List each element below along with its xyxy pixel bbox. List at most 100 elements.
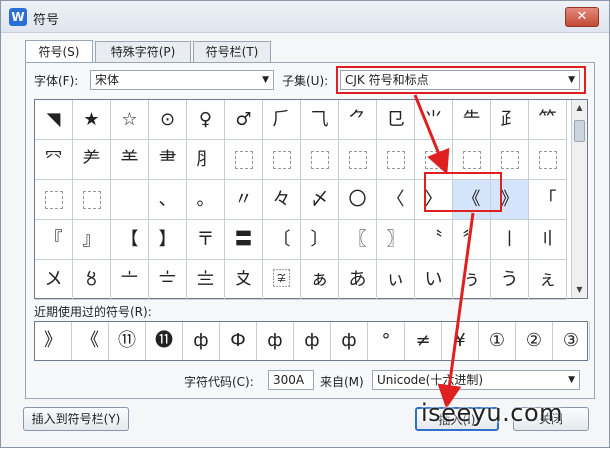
symbol-cell[interactable]: 〤 bbox=[35, 260, 73, 300]
recent-symbol-cell[interactable]: ф bbox=[331, 322, 368, 360]
symbol-cell[interactable]: 〡 bbox=[491, 220, 529, 260]
symbol-cell[interactable]: 〃 bbox=[225, 180, 263, 220]
symbol-cell[interactable]: 『 bbox=[35, 220, 73, 260]
symbol-cell[interactable]: ⺧ bbox=[453, 100, 491, 140]
recent-symbol-cell[interactable]: ⑪ bbox=[109, 322, 146, 360]
symbol-cell[interactable]: 』 bbox=[73, 220, 111, 260]
symbol-cell[interactable]: 〕 bbox=[301, 220, 339, 260]
recent-symbol-cell[interactable]: ф bbox=[183, 322, 220, 360]
insert-to-bar-button[interactable]: 插入到符号栏(Y) bbox=[23, 407, 129, 431]
symbol-cell[interactable] bbox=[339, 140, 377, 180]
recent-symbol-cell[interactable]: ③ bbox=[553, 322, 590, 360]
symbol-cell[interactable]: ⺄ bbox=[301, 100, 339, 140]
symbol-cell[interactable] bbox=[301, 140, 339, 180]
symbol-cell[interactable]: ♀ bbox=[187, 100, 225, 140]
symbol-cell[interactable]: 】 bbox=[149, 220, 187, 260]
symbol-cell[interactable]: 〢 bbox=[529, 220, 567, 260]
symbol-cell[interactable]: ⺳ bbox=[35, 140, 73, 180]
symbol-cell[interactable]: 々 bbox=[263, 180, 301, 220]
symbol-cell[interactable]: 〞 bbox=[453, 220, 491, 260]
recent-symbol-cell[interactable]: ф bbox=[294, 322, 331, 360]
recent-symbol-cell[interactable]: ⓫ bbox=[146, 322, 183, 360]
symbol-cell[interactable]: ⺷ bbox=[111, 140, 149, 180]
symbol-cell[interactable]: ぅ bbox=[453, 260, 491, 300]
recent-symbol-cell[interactable]: ② bbox=[516, 322, 553, 360]
symbol-cell[interactable]: ⺁ bbox=[263, 100, 301, 140]
symbol-cell[interactable]: 〓 bbox=[225, 220, 263, 260]
symbol-cell[interactable]: ぃ bbox=[377, 260, 415, 300]
symbol-cell[interactable]: 〇 bbox=[339, 180, 377, 220]
symbol-cell[interactable]: 〥 bbox=[73, 260, 111, 300]
symbol-glyph: ⺌ bbox=[424, 109, 443, 130]
symbol-cell[interactable]: 〾 bbox=[263, 260, 301, 300]
symbol-cell[interactable]: ぁ bbox=[301, 260, 339, 300]
symbol-cell[interactable]: ♂ bbox=[225, 100, 263, 140]
tab-symbols[interactable]: 符号(S) bbox=[25, 40, 93, 63]
symbol-cell[interactable]: ⺋ bbox=[377, 100, 415, 140]
symbol-cell[interactable]: 〦 bbox=[111, 260, 149, 300]
symbol-cell[interactable]: 〖 bbox=[339, 220, 377, 260]
symbol-cell[interactable]: ⺪ bbox=[491, 100, 529, 140]
symbol-cell[interactable]: 〗 bbox=[377, 220, 415, 260]
scroll-up-icon[interactable]: ▲ bbox=[572, 100, 587, 116]
symbol-cell[interactable]: 〔 bbox=[263, 220, 301, 260]
symbol-cell[interactable]: 〨 bbox=[187, 260, 225, 300]
recent-symbol-cell[interactable]: 《 bbox=[72, 322, 109, 360]
symbol-cell[interactable]: ⺮ bbox=[529, 100, 567, 140]
symbol-cell[interactable]: ★ bbox=[73, 100, 111, 140]
symbol-cell[interactable]: 、 bbox=[149, 180, 187, 220]
symbol-cell[interactable] bbox=[529, 140, 567, 180]
encoding-select[interactable]: Unicode(十六进制) ▼ bbox=[372, 370, 580, 390]
code-input[interactable]: 300A bbox=[268, 370, 314, 390]
symbol-cell[interactable]: ⊙ bbox=[149, 100, 187, 140]
symbol-cell[interactable]: ⺌ bbox=[415, 100, 453, 140]
symbol-cell[interactable]: 〈 bbox=[377, 180, 415, 220]
symbol-glyph: ⺻ bbox=[158, 149, 177, 170]
grid-scrollbar[interactable]: ▲ ▼ bbox=[571, 100, 587, 298]
symbol-cell[interactable]: ⺶ bbox=[73, 140, 111, 180]
symbol-cell[interactable]: ⺻ bbox=[149, 140, 187, 180]
font-select[interactable]: 宋体 ▼ bbox=[90, 70, 274, 90]
symbol-cell[interactable]: 〒 bbox=[187, 220, 225, 260]
symbol-cell[interactable] bbox=[73, 180, 111, 220]
symbol-cell[interactable]: う bbox=[491, 260, 529, 300]
recent-symbol-glyph: ③ bbox=[562, 330, 580, 351]
scroll-thumb[interactable] bbox=[574, 120, 585, 142]
symbol-cell[interactable]: 〆 bbox=[301, 180, 339, 220]
symbol-cell[interactable]: ぇ bbox=[529, 260, 567, 300]
symbol-cell[interactable]: ⺼ bbox=[187, 140, 225, 180]
symbol-glyph bbox=[82, 191, 101, 209]
recent-symbol-cell[interactable]: ¥ bbox=[442, 322, 479, 360]
symbol-cell[interactable]: 「 bbox=[529, 180, 567, 220]
close-window-button[interactable]: ✕ bbox=[565, 7, 599, 27]
recent-symbol-cell[interactable]: Ф bbox=[220, 322, 257, 360]
symbol-cell[interactable]: ☆ bbox=[111, 100, 149, 140]
symbol-glyph: ☆ bbox=[121, 109, 138, 130]
symbol-glyph: 『 bbox=[44, 229, 63, 250]
symbol-cell[interactable]: 〩 bbox=[225, 260, 263, 300]
symbol-cell[interactable]: ⺈ bbox=[339, 100, 377, 140]
symbol-cell[interactable] bbox=[35, 180, 73, 220]
symbol-cell[interactable]: 〝 bbox=[415, 220, 453, 260]
tab-symbol-bar[interactable]: 符号栏(T) bbox=[193, 41, 271, 63]
symbol-glyph: 〝 bbox=[424, 229, 443, 250]
symbol-cell[interactable]: ◥ bbox=[35, 100, 73, 140]
recent-symbol-cell[interactable]: ① bbox=[479, 322, 516, 360]
symbol-cell[interactable]: い bbox=[415, 260, 453, 300]
recent-symbol-cell[interactable]: ф bbox=[257, 322, 294, 360]
symbol-cell[interactable]: あ bbox=[339, 260, 377, 300]
scroll-down-icon[interactable]: ▼ bbox=[572, 282, 587, 298]
symbol-cell[interactable] bbox=[111, 180, 149, 220]
symbol-cell[interactable] bbox=[263, 140, 301, 180]
recent-symbol-cell[interactable]: 》 bbox=[35, 322, 72, 360]
tab-special-chars[interactable]: 特殊字符(P) bbox=[95, 41, 191, 63]
recent-symbol-cell[interactable]: ° bbox=[368, 322, 405, 360]
symbol-glyph: 〧 bbox=[158, 269, 177, 290]
symbol-cell[interactable] bbox=[377, 140, 415, 180]
recent-symbol-cell[interactable]: ≠ bbox=[405, 322, 442, 360]
symbol-cell[interactable] bbox=[225, 140, 263, 180]
recent-symbol-glyph: ¥ bbox=[454, 330, 466, 351]
symbol-cell[interactable]: 〧 bbox=[149, 260, 187, 300]
symbol-cell[interactable]: 。 bbox=[187, 180, 225, 220]
symbol-cell[interactable]: 【 bbox=[111, 220, 149, 260]
